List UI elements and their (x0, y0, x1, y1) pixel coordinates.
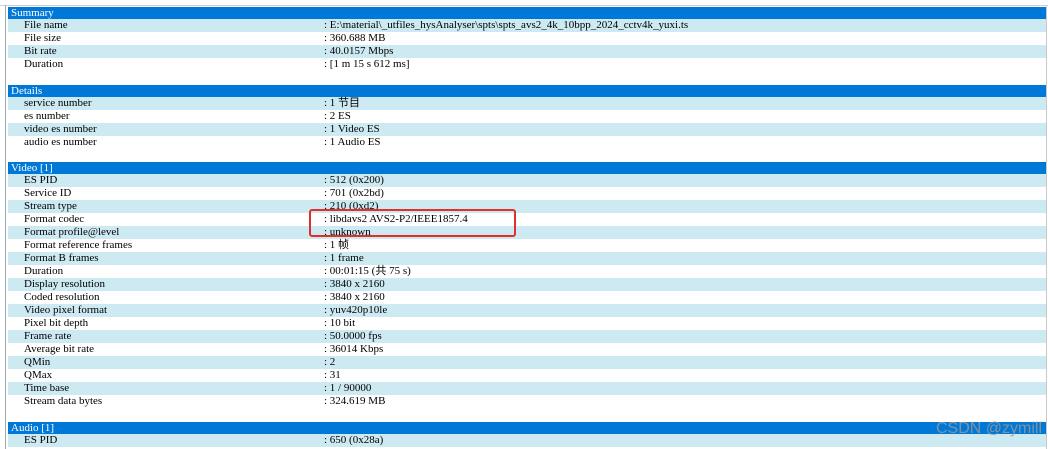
info-row[interactable]: Format codec : libdavs2 AVS2-P2/IEEE1857… (8, 213, 1046, 226)
info-row[interactable]: service number : 1 节目 (8, 97, 1046, 110)
info-row[interactable]: Format B frames : 1 frame (8, 252, 1046, 265)
info-key: Stream data bytes (24, 395, 103, 407)
info-row[interactable]: Frame rate : 50.0000 fps (8, 330, 1046, 343)
info-row[interactable]: File size : 360.688 MB (8, 32, 1046, 45)
info-key: Pixel bit depth (24, 317, 89, 329)
info-key: Video pixel format (24, 304, 108, 316)
info-key: Frame rate (24, 330, 72, 342)
info-row[interactable]: ES PID : 650 (0x28a) (8, 434, 1046, 447)
info-row[interactable]: Stream type : 210 (0xd2) (8, 200, 1046, 213)
info-value: : 2 ES (324, 110, 351, 122)
info-key: Duration (24, 58, 64, 70)
info-value: : 2 (324, 356, 336, 368)
info-value: : 50.0000 fps (324, 330, 382, 342)
section-header-video: Video [1] (8, 162, 1046, 174)
info-value: : 701 (0x2bd) (324, 187, 384, 199)
info-key: File size (24, 32, 61, 44)
info-value: : [1 m 15 s 612 ms] (324, 58, 410, 70)
info-row[interactable]: Bit rate : 40.0157 Mbps (8, 45, 1046, 58)
info-value: : yuv420p10le (324, 304, 388, 316)
info-key: QMin (24, 356, 51, 368)
info-key: Average bit rate (24, 343, 95, 355)
info-key: File name (24, 19, 68, 31)
info-value: : 00:01:15 (共 75 s) (324, 265, 411, 277)
info-key: video es number (24, 123, 97, 135)
info-value: : 1 Video ES (324, 123, 380, 135)
info-key: Duration (24, 265, 64, 277)
info-value: : 512 (0x200) (324, 174, 384, 186)
info-value: : 1 frame (324, 252, 364, 264)
info-key: Format B frames (24, 252, 99, 264)
info-value: : 3840 x 2160 (324, 278, 385, 290)
info-key: Time base (24, 382, 70, 394)
info-row[interactable]: QMax : 31 (8, 369, 1046, 382)
info-key: Format reference frames (24, 239, 133, 251)
info-key: Bit rate (24, 45, 57, 57)
right-border (1046, 5, 1047, 449)
section-header-summary: Summary (8, 7, 1046, 19)
info-value: : 1 / 90000 (324, 382, 372, 394)
info-value: : 360.688 MB (324, 32, 386, 44)
info-row[interactable]: Format reference frames : 1 帧 (8, 239, 1046, 252)
highlight-box (309, 209, 516, 237)
info-key: es number (24, 110, 70, 122)
info-value: : 31 (324, 369, 341, 381)
info-key: Stream type (24, 200, 77, 212)
info-key: Format profile@level (24, 226, 120, 238)
info-value: : 3840 x 2160 (324, 291, 385, 303)
info-value: : 650 (0x28a) (324, 434, 384, 446)
info-key: Coded resolution (24, 291, 100, 303)
info-value: : 36014 Kbps (324, 343, 384, 355)
info-key: service number (24, 97, 92, 109)
info-row[interactable]: Duration : 00:01:15 (共 75 s) (8, 265, 1046, 278)
info-row[interactable]: File name : E:\material\_utfiles_hysAnal… (8, 19, 1046, 32)
info-value: : E:\material\_utfiles_hysAnalyser\spts\… (324, 19, 689, 31)
top-border (0, 0, 1048, 6)
info-row[interactable]: Duration : [1 m 15 s 612 ms] (8, 58, 1046, 71)
info-row[interactable]: video es number : 1 Video ES (8, 123, 1046, 136)
info-row[interactable]: Average bit rate : 36014 Kbps (8, 343, 1046, 356)
info-row[interactable]: Time base : 1 / 90000 (8, 382, 1046, 395)
info-row[interactable]: Stream data bytes : 324.619 MB (8, 395, 1046, 408)
info-row[interactable]: QMin : 2 (8, 356, 1046, 369)
info-value: : 1 节目 (324, 97, 361, 109)
info-value: : 1 帧 (324, 239, 350, 251)
info-value: : 1 Audio ES (324, 136, 381, 148)
info-row[interactable]: audio es number : 1 Audio ES (8, 136, 1046, 149)
info-key: Service ID (24, 187, 72, 199)
info-key: Display resolution (24, 278, 105, 290)
watermark: CSDN @zymill (935, 420, 1042, 437)
section-header-details: Details (8, 85, 1046, 97)
info-row[interactable]: Coded resolution : 3840 x 2160 (8, 291, 1046, 304)
info-value: : 10 bit (324, 317, 356, 329)
info-row[interactable]: Pixel bit depth : 10 bit (8, 317, 1046, 330)
info-key: ES PID (24, 174, 58, 186)
info-key: audio es number (24, 136, 97, 148)
info-key: ES PID (24, 434, 58, 446)
info-row[interactable]: Format profile@level : unknown (8, 226, 1046, 239)
info-row[interactable]: Service ID : 701 (0x2bd) (8, 187, 1046, 200)
info-value: : 40.0157 Mbps (324, 45, 394, 57)
left-border (5, 5, 6, 449)
info-row[interactable]: ES PID : 512 (0x200) (8, 174, 1046, 187)
info-row[interactable]: Display resolution : 3840 x 2160 (8, 278, 1046, 291)
media-info-panel: Summary File name : E:\material\_utfiles… (0, 0, 1048, 449)
info-row[interactable]: Video pixel format : yuv420p10le (8, 304, 1046, 317)
info-row[interactable]: es number : 2 ES (8, 110, 1046, 123)
info-key: Format codec (24, 213, 85, 225)
info-key: QMax (24, 369, 53, 381)
info-value: : 324.619 MB (324, 395, 386, 407)
section-header-audio: Audio [1] (8, 422, 1046, 434)
